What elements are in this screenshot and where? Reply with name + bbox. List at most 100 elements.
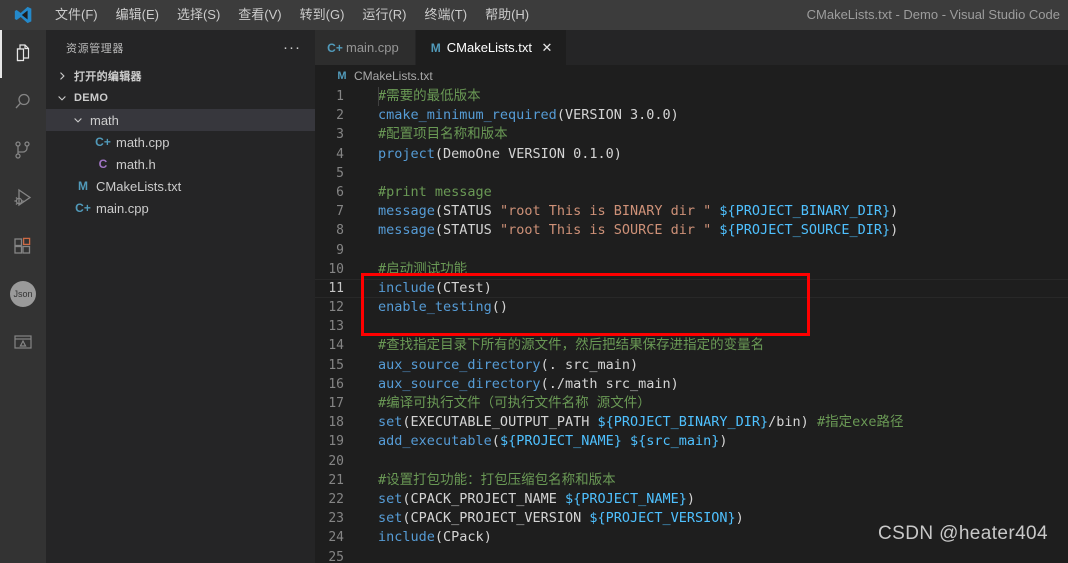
menu-file[interactable]: 文件(F) bbox=[46, 0, 107, 30]
code-line[interactable]: 21 #设置打包功能：打包压缩包名称和版本 bbox=[315, 471, 1068, 490]
tree-item-math-cpp[interactable]: C+ math.cpp bbox=[46, 131, 315, 153]
code-line[interactable]: 11 include(CTest) bbox=[315, 278, 1068, 299]
code-token: ${PROJECT_BINARY_DIR} bbox=[719, 203, 891, 220]
code-line-text: #print message bbox=[360, 183, 492, 202]
code-token: ( bbox=[540, 356, 549, 373]
code-line[interactable]: 8 message(STATUS "root This is SOURCE dir… bbox=[315, 221, 1068, 240]
activity-search[interactable] bbox=[0, 78, 46, 126]
line-number: 24 bbox=[328, 530, 344, 546]
activity-source-control[interactable] bbox=[0, 126, 46, 174]
code-line-text: #配置项目名称和版本 bbox=[360, 125, 508, 144]
code-line[interactable]: 15 aux_source_directory(. src_main) bbox=[315, 356, 1068, 375]
code-token: #设置打包功能：打包压缩包名称和版本 bbox=[378, 471, 616, 488]
code-line[interactable]: 4 project(DemoOne VERSION 0.1.0) bbox=[315, 145, 1068, 164]
code-line[interactable]: 3 #配置项目名称和版本 bbox=[315, 125, 1068, 144]
line-number: 13 bbox=[328, 319, 344, 335]
code-line[interactable]: 14 #查找指定目录下所有的源文件，然后把结果保存进指定的变量名 bbox=[315, 336, 1068, 355]
line-number: 7 bbox=[336, 204, 344, 220]
close-icon[interactable]: ✕ bbox=[538, 39, 556, 57]
tab-main-cpp[interactable]: C+ main.cpp bbox=[315, 30, 416, 65]
section-open-editors[interactable]: 打开的编辑器 bbox=[46, 65, 315, 87]
code-token: ) bbox=[483, 279, 492, 296]
tab-cmakelists[interactable]: M CMakeLists.txt ✕ bbox=[415, 30, 567, 65]
code-line[interactable]: 9 bbox=[315, 241, 1068, 260]
line-number: 19 bbox=[328, 434, 344, 450]
code-token: ${PROJECT_NAME} bbox=[564, 490, 687, 507]
menu-edit[interactable]: 编辑(E) bbox=[107, 0, 168, 30]
code-line-text: aux_source_directory(. src_main) bbox=[360, 356, 638, 375]
menu-view[interactable]: 查看(V) bbox=[229, 0, 290, 30]
vscode-logo-icon bbox=[0, 0, 46, 30]
code-line[interactable]: 25 bbox=[315, 548, 1068, 563]
activity-preview[interactable] bbox=[0, 318, 46, 366]
code-token: ( bbox=[434, 222, 444, 239]
code-line[interactable]: 18 set(EXECUTABLE_OUTPUT_PATH ${PROJECT_B… bbox=[315, 413, 1068, 432]
code-line[interactable]: 6 #print message bbox=[315, 183, 1068, 202]
code-token: . src_main bbox=[548, 356, 630, 373]
code-token: "root This is BINARY dir " bbox=[499, 203, 712, 220]
cpp-file-icon: C+ bbox=[327, 40, 343, 55]
code-line[interactable]: 13 bbox=[315, 317, 1068, 336]
code-token: ( bbox=[491, 433, 500, 450]
code-line[interactable]: 12 enable_testing() bbox=[315, 298, 1068, 317]
activity-json[interactable]: Json bbox=[0, 270, 46, 318]
code-line-text: add_executable(${PROJECT_NAME} ${src_mai… bbox=[360, 432, 728, 451]
code-line-text: message(STATUS "root This is SOURCE dir … bbox=[360, 221, 898, 240]
code-token: ${PROJECT_BINARY_DIR} bbox=[597, 414, 769, 431]
code-line[interactable]: 20 bbox=[315, 452, 1068, 471]
code-editor[interactable]: 1 #需要的最低版本 2 cmake_minimum_required(VERSION… bbox=[315, 87, 1068, 563]
tree-item-math-h[interactable]: C math.h bbox=[46, 153, 315, 175]
indent-guide bbox=[378, 87, 379, 106]
code-token: aux_source_directory bbox=[378, 356, 541, 373]
code-line[interactable]: 22 set(CPACK_PROJECT_NAME ${PROJECT_NAME}… bbox=[315, 490, 1068, 509]
tree-item-cmakelists[interactable]: M CMakeLists.txt bbox=[46, 175, 315, 197]
code-line[interactable]: 19 add_executable(${PROJECT_NAME} ${src_m… bbox=[315, 432, 1068, 451]
code-line[interactable]: 5 bbox=[315, 164, 1068, 183]
section-demo[interactable]: DEMO bbox=[46, 87, 315, 109]
menu-terminal[interactable]: 终端(T) bbox=[415, 0, 476, 30]
cpp-file-icon: C+ bbox=[95, 135, 111, 149]
activity-extensions[interactable] bbox=[0, 222, 46, 270]
breadcrumb-label: CMakeLists.txt bbox=[354, 69, 433, 83]
menu-go[interactable]: 转到(G) bbox=[291, 0, 354, 30]
more-actions-icon[interactable]: ··· bbox=[277, 39, 307, 57]
code-line-text: enable_testing() bbox=[360, 298, 508, 317]
code-line[interactable]: 7 message(STATUS "root This is BINARY dir… bbox=[315, 202, 1068, 221]
code-token: #指定exe路径 bbox=[816, 414, 904, 431]
menu-bar[interactable]: 文件(F) 编辑(E) 选择(S) 查看(V) 转到(G) 运行(R) 终端(T… bbox=[46, 0, 538, 30]
code-token: EXECUTABLE_OUTPUT_PATH bbox=[410, 414, 598, 431]
code-line-text: #启动测试功能 bbox=[360, 260, 467, 279]
menu-help[interactable]: 帮助(H) bbox=[476, 0, 538, 30]
code-token: #需要的最低版本 bbox=[378, 88, 481, 104]
source-control-icon bbox=[11, 138, 35, 162]
files-icon bbox=[11, 42, 35, 66]
explorer-sidebar: 资源管理器 ··· 打开的编辑器 DEMO math C+ math.cpp C… bbox=[46, 30, 315, 563]
code-line[interactable]: 10 #启动测试功能 bbox=[315, 260, 1068, 279]
line-number: 4 bbox=[336, 146, 344, 162]
code-token: #启动测试功能 bbox=[378, 260, 468, 277]
line-number: 6 bbox=[336, 184, 344, 200]
menu-selection[interactable]: 选择(S) bbox=[168, 0, 229, 30]
tree-item-main-cpp[interactable]: C+ main.cpp bbox=[46, 197, 315, 219]
code-token: set bbox=[378, 414, 403, 431]
tree-item-math[interactable]: math bbox=[46, 109, 315, 131]
code-line[interactable]: 2 cmake_minimum_required(VERSION 3.0.0) bbox=[315, 106, 1068, 125]
code-token: DemoOne VERSION 0.1.0 bbox=[443, 145, 614, 162]
activity-run-debug[interactable] bbox=[0, 174, 46, 222]
activity-explorer[interactable] bbox=[0, 30, 46, 78]
code-line-text: include(CPack) bbox=[360, 528, 492, 547]
code-line[interactable]: 17 #编译可执行文件（可执行文件名称 源文件） bbox=[315, 394, 1068, 413]
breadcrumb[interactable]: M CMakeLists.txt bbox=[315, 65, 1068, 87]
code-token: () bbox=[491, 299, 509, 316]
code-line-text: set(CPACK_PROJECT_NAME ${PROJECT_NAME}) bbox=[360, 490, 695, 509]
code-token: ) bbox=[613, 145, 622, 162]
menu-run[interactable]: 运行(R) bbox=[353, 0, 415, 30]
code-line[interactable]: 16 aux_source_directory(./math src_main) bbox=[315, 375, 1068, 394]
code-token: VERSION 3.0.0 bbox=[564, 107, 671, 124]
code-line[interactable]: 1 #需要的最低版本 bbox=[315, 87, 1068, 106]
explorer-header: 资源管理器 ··· bbox=[46, 30, 315, 65]
cmake-file-icon: M bbox=[78, 179, 88, 193]
code-token: ${PROJECT_VERSION} bbox=[589, 510, 736, 527]
